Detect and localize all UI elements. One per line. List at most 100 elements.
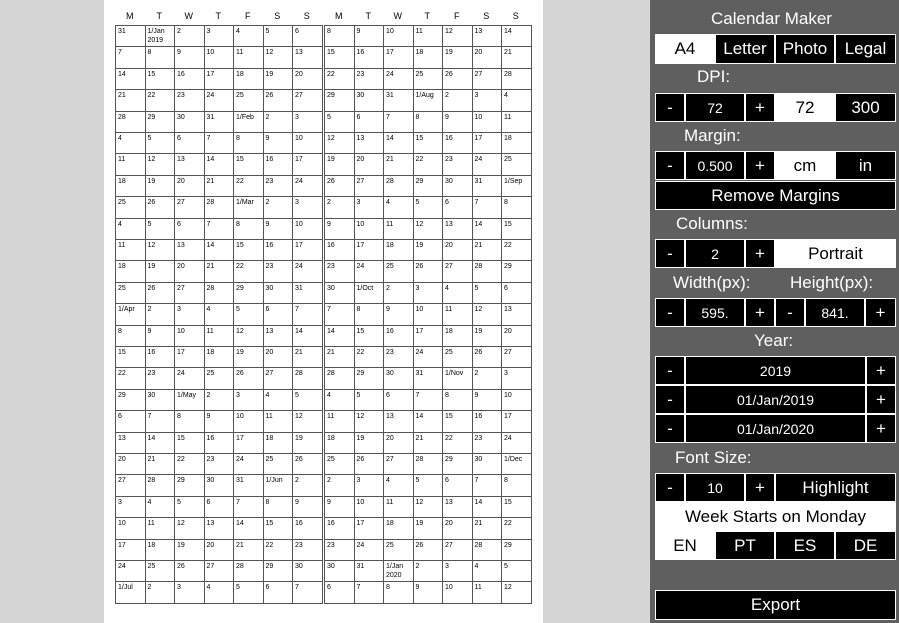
- calendar-day-cell: 22: [174, 453, 204, 475]
- calendar-day-cell: 15: [501, 217, 531, 239]
- highlight-button[interactable]: Highlight: [775, 473, 896, 502]
- width-increase-button[interactable]: +: [745, 298, 775, 327]
- columns-increase-button[interactable]: +: [745, 239, 775, 268]
- calendar-day-cell: 26: [233, 367, 263, 389]
- start-date-value[interactable]: 01/Jan/2019: [685, 385, 866, 414]
- end-date-increase-button[interactable]: +: [866, 414, 896, 443]
- calendar-day-cell: 31: [353, 560, 383, 582]
- orientation-button[interactable]: Portrait: [775, 239, 896, 268]
- week-start-toggle[interactable]: Week Starts on Monday: [655, 502, 896, 531]
- calendar-day-cell: 4: [203, 581, 233, 603]
- calendar-day-cell: 12: [442, 25, 472, 47]
- dpi-label: DPI:: [697, 67, 731, 86]
- calendar-day-cell: 24: [412, 346, 442, 368]
- dpi-increase-button[interactable]: +: [745, 93, 775, 122]
- calendar-day-cell: 26: [412, 260, 442, 282]
- calendar-day-cell: 27: [203, 560, 233, 582]
- calendar-day-cell: 29: [442, 453, 472, 475]
- height-value[interactable]: 841.: [805, 298, 865, 327]
- columns-value[interactable]: 2: [685, 239, 745, 268]
- calendar-day-cell: 8: [501, 474, 531, 496]
- dpi-72-button[interactable]: 72: [775, 93, 835, 122]
- start-date-decrease-button[interactable]: -: [655, 385, 685, 414]
- calendar-day-cell: 2: [292, 474, 322, 496]
- year-decrease-button[interactable]: -: [655, 356, 685, 385]
- dpi-decrease-button[interactable]: -: [655, 93, 685, 122]
- paper-legal-button[interactable]: Legal: [835, 34, 896, 64]
- end-date-decrease-button[interactable]: -: [655, 414, 685, 443]
- weekday-header: M: [126, 11, 134, 21]
- paper-a4-button[interactable]: A4: [655, 34, 715, 64]
- calendar-day-cell: 27: [383, 453, 413, 475]
- margin-value[interactable]: 0.500: [685, 151, 745, 180]
- calendar-day-cell: 19: [233, 346, 263, 368]
- calendar-day-cell: 31: [203, 110, 233, 132]
- dpi-300-button[interactable]: 300: [835, 93, 896, 122]
- end-date-value[interactable]: 01/Jan/2020: [685, 414, 866, 443]
- calendar-day-cell: 9: [383, 303, 413, 325]
- font-size-increase-button[interactable]: +: [745, 473, 775, 502]
- height-increase-button[interactable]: +: [865, 298, 896, 327]
- paper-letter-button[interactable]: Letter: [715, 34, 775, 64]
- calendar-day-cell: 19: [174, 538, 204, 560]
- calendar-day-cell: 9: [203, 410, 233, 432]
- calendar-day-cell: 19: [471, 324, 501, 346]
- calendar-day-cell: 12: [144, 153, 174, 175]
- calendar-day-cell: 23: [383, 346, 413, 368]
- calendar-day-cell: 30: [324, 281, 354, 304]
- language-en-button[interactable]: EN: [655, 531, 715, 560]
- paper-photo-button[interactable]: Photo: [775, 34, 835, 64]
- calendar-day-cell: 10: [203, 46, 233, 68]
- calendar-day-cell: 25: [412, 67, 442, 90]
- calendar-day-cell: 26: [144, 196, 174, 218]
- calendar-day-cell: 31: [292, 281, 322, 304]
- calendar-day-cell: 24: [174, 367, 204, 389]
- calendar-day-cell: 1/Jan 2019: [144, 25, 174, 47]
- export-button[interactable]: Export: [655, 590, 896, 620]
- calendar-day-cell: 29: [412, 174, 442, 197]
- calendar-day-cell: 13: [442, 495, 472, 518]
- calendar-day-cell: 20: [115, 453, 145, 475]
- calendar-day-cell: 14: [203, 239, 233, 261]
- margin-decrease-button[interactable]: -: [655, 151, 685, 180]
- height-decrease-button[interactable]: -: [775, 298, 805, 327]
- unit-cm-button[interactable]: cm: [775, 151, 835, 180]
- calendar-day-cell: 28: [324, 367, 354, 389]
- calendar-day-cell: 15: [262, 517, 292, 539]
- width-value[interactable]: 595.: [685, 298, 745, 327]
- calendar-day-cell: 4: [262, 388, 292, 411]
- calendar-day-cell: 9: [292, 495, 322, 518]
- margin-increase-button[interactable]: +: [745, 151, 775, 180]
- font-size-decrease-button[interactable]: -: [655, 473, 685, 502]
- calendar-day-cell: 18: [501, 132, 531, 154]
- font-size-value[interactable]: 10: [685, 473, 745, 502]
- calendar-day-cell: 6: [203, 495, 233, 518]
- year-increase-button[interactable]: +: [866, 356, 896, 385]
- start-date-increase-button[interactable]: +: [866, 385, 896, 414]
- dpi-value[interactable]: 72: [685, 93, 745, 122]
- language-pt-button[interactable]: PT: [715, 531, 775, 560]
- calendar-day-cell: 23: [262, 174, 292, 197]
- calendar-day-cell: 8: [353, 303, 383, 325]
- calendar-day-cell: 6: [383, 388, 413, 411]
- width-decrease-button[interactable]: -: [655, 298, 685, 327]
- year-value[interactable]: 2019: [685, 356, 866, 385]
- language-de-button[interactable]: DE: [835, 531, 896, 560]
- calendar-day-cell: 9: [262, 132, 292, 154]
- weekday-header: S: [303, 11, 310, 21]
- calendar-day-cell: 29: [174, 474, 204, 496]
- calendar-day-cell: 14: [501, 25, 531, 47]
- calendar-day-cell: 11: [412, 25, 442, 47]
- calendar-day-cell: 3: [412, 281, 442, 304]
- calendar-day-cell: 4: [144, 495, 174, 518]
- calendar-day-cell: 7: [203, 217, 233, 239]
- unit-in-button[interactable]: in: [835, 151, 896, 180]
- columns-decrease-button[interactable]: -: [655, 239, 685, 268]
- remove-margins-button[interactable]: Remove Margins: [655, 181, 896, 210]
- calendar-day-cell: 18: [442, 324, 472, 346]
- calendar-day-cell: 19: [442, 46, 472, 68]
- weekday-header: S: [483, 11, 490, 21]
- calendar-day-cell: 6: [174, 217, 204, 239]
- language-es-button[interactable]: ES: [775, 531, 835, 560]
- calendar-day-cell: 9: [144, 324, 174, 346]
